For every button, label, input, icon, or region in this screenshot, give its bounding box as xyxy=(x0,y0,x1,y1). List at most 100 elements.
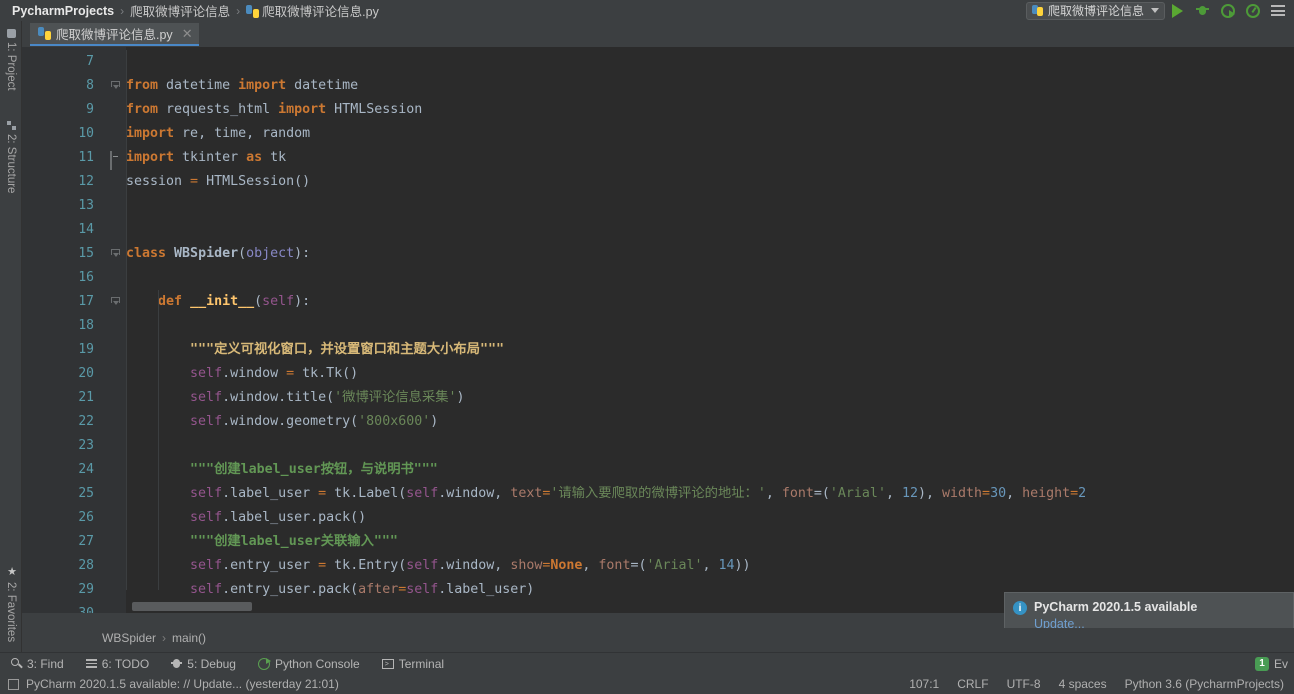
breadcrumb-separator: › xyxy=(236,3,241,18)
breadcrumb-class[interactable]: WBSpider xyxy=(102,631,156,645)
debug-icon xyxy=(1196,4,1209,17)
status-message: PyCharm 2020.1.5 available: // Update...… xyxy=(26,677,339,691)
info-icon: i xyxy=(1013,601,1027,615)
breadcrumb-item-file[interactable]: 爬取微博评论信息.py xyxy=(242,1,383,20)
line-number: 9 xyxy=(86,102,94,117)
breadcrumb-file-label: 爬取微博评论信息.py xyxy=(262,5,379,19)
line-number: 13 xyxy=(78,198,94,213)
run-configuration-label: 爬取微博评论信息 xyxy=(1047,4,1144,18)
message-icon xyxy=(8,678,19,690)
python-interpreter[interactable]: Python 3.6 (PycharmProjects) xyxy=(1125,677,1284,691)
code-editor[interactable]: 7 8 9 10 11 12 13 14 15 16 17 18 19 20 21 22 23 24 25 26 27 2… xyxy=(22,47,1294,613)
code-line[interactable]: """创建label_user关联输入""" xyxy=(126,530,398,554)
code-line[interactable]: import tkinter as tk xyxy=(126,146,286,170)
code-token: = xyxy=(318,486,327,501)
status-message-area[interactable]: PyCharm 2020.1.5 available: // Update...… xyxy=(0,677,339,691)
tool-window-terminal[interactable]: Terminal xyxy=(371,653,455,675)
fold-toggle-icon[interactable] xyxy=(110,296,121,307)
code-line[interactable]: self.entry_user = tk.Entry(self.window, … xyxy=(126,554,751,578)
code-token: import xyxy=(238,78,287,93)
run-configuration-selector[interactable]: 爬取微博评论信息 xyxy=(1025,1,1165,20)
code-token: .window, xyxy=(438,486,511,501)
code-line[interactable]: import re, time, random xyxy=(126,122,310,146)
event-log-button[interactable]: 1 Ev xyxy=(1254,656,1288,671)
fold-toggle-icon[interactable] xyxy=(110,151,121,170)
code-line[interactable]: self.label_user.pack() xyxy=(126,506,366,530)
code-line[interactable]: self.window = tk.Tk() xyxy=(126,362,358,386)
code-text-area[interactable]: from datetime import datetime from reques… xyxy=(126,47,1294,613)
code-token: = xyxy=(318,558,327,573)
pycharm-window: PycharmProjects › 爬取微博评论信息 › 爬取微博评论信息.py… xyxy=(0,0,1294,694)
tool-window-debug[interactable]: 5: Debug xyxy=(160,653,247,675)
top-toolbar: PycharmProjects › 爬取微博评论信息 › 爬取微博评论信息.py… xyxy=(0,0,1294,21)
code-line[interactable]: self.window.title('微博评论信息采集') xyxy=(126,386,465,410)
line-number: 27 xyxy=(78,534,94,549)
code-line[interactable]: class WBSpider(object): xyxy=(126,242,310,266)
code-token: import xyxy=(126,126,175,141)
tool-window-python-console-label: Python Console xyxy=(274,656,360,671)
run-button[interactable] xyxy=(1165,0,1190,21)
run-with-coverage-button[interactable] xyxy=(1215,0,1240,21)
profile-icon xyxy=(1245,3,1260,18)
code-line[interactable]: def __init__(self): xyxy=(126,290,310,314)
code-token: self xyxy=(190,366,223,381)
profile-button[interactable] xyxy=(1240,0,1265,21)
code-token: 14 xyxy=(718,558,735,573)
breadcrumb-item-folder[interactable]: 爬取微博评论信息 xyxy=(126,1,234,20)
line-number: 17 xyxy=(78,294,94,309)
file-encoding[interactable]: UTF-8 xyxy=(1007,677,1041,691)
close-icon[interactable]: ✕ xyxy=(182,26,193,42)
code-line[interactable]: from datetime import datetime xyxy=(126,74,358,98)
code-token: self xyxy=(190,486,223,501)
code-token: .label_user.pack() xyxy=(222,510,367,525)
code-token: """定义可视化窗口，并设置窗口和主题大小布局""" xyxy=(190,342,505,357)
sidebar-item-project[interactable]: 1: Project xyxy=(0,25,22,95)
terminal-icon xyxy=(381,658,394,669)
code-token: tkinter xyxy=(174,150,247,165)
code-token: ): xyxy=(294,246,311,261)
code-line[interactable]: self.entry_user.pack(after=self.label_us… xyxy=(126,578,534,602)
code-token: height xyxy=(1022,486,1071,501)
code-token: .label_user) xyxy=(438,582,535,597)
code-token: .window, xyxy=(438,558,511,573)
code-line[interactable]: self.label_user = tk.Label(self.window, … xyxy=(126,482,1086,506)
todo-icon xyxy=(85,659,97,668)
code-folding-column[interactable] xyxy=(106,47,126,613)
code-token: as xyxy=(246,150,263,165)
breadcrumb-method[interactable]: main() xyxy=(172,631,206,645)
code-line[interactable]: session = HTMLSession() xyxy=(126,170,310,194)
code-token: re, time, random xyxy=(174,126,311,141)
scrollbar-thumb[interactable] xyxy=(132,602,252,611)
main-menu-button[interactable] xyxy=(1265,0,1290,21)
caret-position[interactable]: 107:1 xyxy=(909,677,939,691)
line-number: 25 xyxy=(78,486,94,501)
sidebar-item-structure[interactable]: 2: Structure xyxy=(0,117,22,197)
editor-tab[interactable]: 爬取微博评论信息.py ✕ xyxy=(30,23,199,46)
code-token: tk.Tk() xyxy=(294,366,359,381)
tool-window-find[interactable]: 3: Find xyxy=(0,653,75,675)
code-line[interactable]: from requests_html import HTMLSession xyxy=(126,98,422,122)
code-token: class xyxy=(126,246,167,261)
code-line[interactable]: self.window.geometry('800x600') xyxy=(126,410,438,434)
tool-window-todo[interactable]: 6: TODO xyxy=(75,653,161,675)
line-separator[interactable]: CRLF xyxy=(957,677,988,691)
run-icon xyxy=(1172,3,1183,18)
sidebar-item-favorites[interactable]: ★ 2: Favorites xyxy=(0,561,22,646)
line-number: 23 xyxy=(78,438,94,453)
debug-button[interactable] xyxy=(1190,0,1215,21)
indent-setting[interactable]: 4 spaces xyxy=(1059,677,1107,691)
fold-toggle-icon[interactable] xyxy=(110,248,121,259)
tool-window-python-console[interactable]: Python Console xyxy=(247,653,371,675)
debug-icon xyxy=(171,658,183,669)
code-token: __init__ xyxy=(190,294,255,309)
fold-toggle-icon[interactable] xyxy=(110,80,121,91)
editor-tab-label: 爬取微博评论信息.py xyxy=(56,28,173,42)
code-line[interactable]: """创建label_user按钮，与说明书""" xyxy=(126,458,438,482)
code-token: from xyxy=(126,102,159,117)
status-bar: PyCharm 2020.1.5 available: // Update...… xyxy=(0,674,1294,694)
notification-title: PyCharm 2020.1.5 available xyxy=(1034,600,1198,614)
code-line[interactable]: """定义可视化窗口，并设置窗口和主题大小布局""" xyxy=(126,338,504,362)
breadcrumb-item-project[interactable]: PycharmProjects xyxy=(8,4,118,18)
